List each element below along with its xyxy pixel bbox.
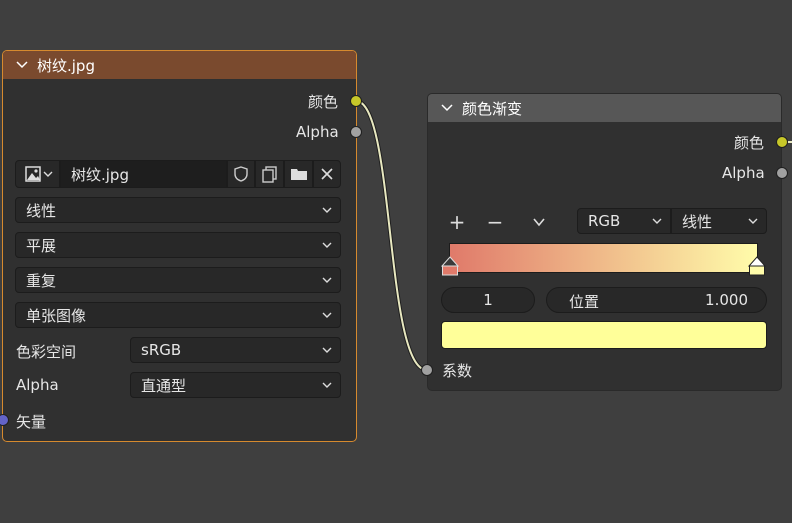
add-stop-button[interactable]: + xyxy=(443,209,471,235)
color-ramp-gradient[interactable] xyxy=(449,243,758,273)
ramp-output-color-socket[interactable] xyxy=(776,136,788,148)
folder-icon xyxy=(290,169,307,180)
ramp-output-alpha-label: Alpha xyxy=(722,164,765,182)
ramp-specials-button[interactable] xyxy=(526,209,552,235)
alpha-mode-value: 直通型 xyxy=(141,376,187,395)
unlink-image-button[interactable] xyxy=(313,160,341,188)
active-stop-value: 1 xyxy=(483,291,493,309)
colorspace-value: sRGB xyxy=(141,341,182,359)
duplicate-icon xyxy=(261,166,277,183)
image-icon xyxy=(24,166,41,182)
image-node-title: 树纹.jpg xyxy=(37,56,95,75)
image-browse-button[interactable] xyxy=(15,160,60,188)
chevron-down-icon xyxy=(652,218,662,224)
position-field[interactable]: 位置 1.000 xyxy=(546,287,767,313)
chevron-down-icon xyxy=(322,347,332,353)
chevron-down-icon xyxy=(748,218,758,224)
ramp-interpolation-value: 线性 xyxy=(682,212,713,231)
projection-dropdown[interactable]: 平展 xyxy=(15,232,341,258)
remove-stop-button[interactable]: − xyxy=(481,209,509,235)
color-mode-dropdown[interactable]: RGB xyxy=(577,208,671,234)
input-fac-label: 系数 xyxy=(442,362,473,380)
image-name-text: 树纹.jpg xyxy=(71,165,129,184)
ramp-output-color-label: 颜色 xyxy=(734,134,765,152)
colorspace-label: 色彩空间 xyxy=(16,343,77,361)
open-image-button[interactable] xyxy=(284,160,313,188)
collapse-chevron-icon[interactable] xyxy=(440,101,454,115)
ramp-node-title: 颜色渐变 xyxy=(462,99,523,118)
output-alpha-label: Alpha xyxy=(296,123,339,141)
duplicate-image-button[interactable] xyxy=(255,160,284,188)
alpha-mode-label: Alpha xyxy=(16,376,59,394)
ramp-output-alpha-socket[interactable] xyxy=(776,167,788,179)
shield-icon xyxy=(234,166,248,182)
chevron-down-icon xyxy=(322,207,332,213)
chevron-down-icon xyxy=(322,242,332,248)
close-icon xyxy=(321,168,333,180)
interpolation-dropdown[interactable]: 线性 xyxy=(15,197,341,223)
input-vector-label: 矢量 xyxy=(16,413,47,431)
image-name-field[interactable]: 树纹.jpg xyxy=(60,160,227,188)
interpolation-value: 线性 xyxy=(26,201,57,220)
position-label: 位置 xyxy=(569,293,600,311)
chevron-down-icon xyxy=(533,218,545,227)
ramp-node-header[interactable]: 颜色渐变 xyxy=(428,94,781,122)
output-color-socket[interactable] xyxy=(350,95,362,107)
position-value: 1.000 xyxy=(705,291,748,309)
source-dropdown[interactable]: 单张图像 xyxy=(15,302,341,328)
active-stop-field[interactable]: 1 xyxy=(441,287,535,313)
extension-dropdown[interactable]: 重复 xyxy=(15,267,341,293)
color-mode-value: RGB xyxy=(588,212,621,230)
color-stop-end[interactable] xyxy=(748,256,768,276)
output-alpha-socket[interactable] xyxy=(350,126,362,138)
chevron-down-icon xyxy=(322,382,332,388)
chevron-down-icon xyxy=(322,277,332,283)
chevron-down-icon xyxy=(322,312,332,318)
output-color-label: 颜色 xyxy=(308,93,339,111)
alpha-mode-dropdown[interactable]: 直通型 xyxy=(130,372,341,398)
source-value: 单张图像 xyxy=(26,306,87,325)
image-node-header[interactable]: 树纹.jpg xyxy=(3,51,356,79)
ramp-interpolation-dropdown[interactable]: 线性 xyxy=(671,208,767,234)
fake-user-button[interactable] xyxy=(227,160,255,188)
collapse-chevron-icon[interactable] xyxy=(15,58,29,72)
input-fac-socket[interactable] xyxy=(421,364,433,376)
projection-value: 平展 xyxy=(26,236,57,255)
color-stop-start[interactable] xyxy=(441,256,461,276)
colorspace-dropdown[interactable]: sRGB xyxy=(130,337,341,363)
stop-color-swatch[interactable] xyxy=(441,321,767,349)
extension-value: 重复 xyxy=(26,271,57,290)
chevron-down-icon xyxy=(43,171,52,177)
